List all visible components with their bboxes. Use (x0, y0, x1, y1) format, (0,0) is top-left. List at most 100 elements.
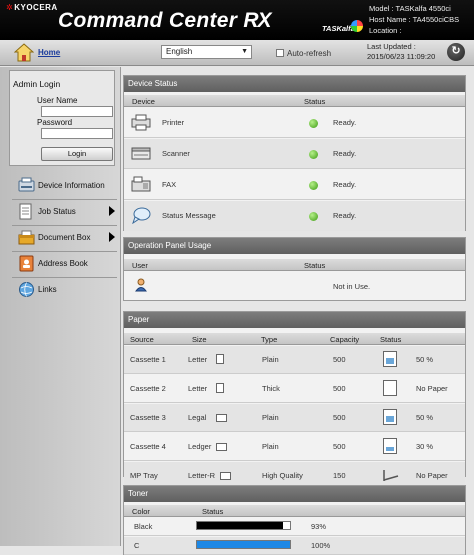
taskalfa-ball-icon (351, 20, 363, 32)
toner-level-bar (196, 540, 291, 549)
device-status: Ready. (333, 149, 357, 158)
sidebar-item-label: Address Book (38, 259, 88, 268)
kyocera-logo: ✲KYOCERA (6, 3, 58, 12)
auto-refresh-checkbox[interactable] (276, 49, 284, 57)
sidebar-item-device-information[interactable]: Device Information (11, 174, 119, 198)
paper-type: Thick (262, 384, 280, 393)
host-line: Host Name : TA4550ciCBS (369, 15, 460, 24)
device-status: Ready. (333, 118, 357, 127)
sidebar-item-document-box[interactable]: Document Box (11, 226, 119, 250)
auto-refresh-toggle[interactable]: Auto-refresh (276, 49, 331, 58)
status-ok-icon (309, 150, 318, 159)
top-banner: ✲KYOCERA Command Center RX TASKalfa Mode… (0, 0, 474, 40)
table-row: Black 93% (124, 518, 465, 536)
refresh-icon[interactable]: ↻ (447, 43, 465, 61)
user-icon (135, 278, 147, 292)
col-status: Status (304, 261, 326, 270)
col-color: Color (132, 507, 150, 516)
paper-status: No Paper (416, 384, 448, 393)
panel-title: Operation Panel Usage (124, 238, 465, 254)
login-button[interactable]: Login (41, 147, 113, 161)
app-title: Command Center RX (58, 9, 272, 32)
auto-refresh-label: Auto-refresh (287, 49, 332, 58)
paper-size: Letter (188, 384, 208, 393)
paper-type: Plain (262, 355, 279, 364)
col-user: User (132, 261, 148, 270)
sidebar-item-job-status[interactable]: Job Status (11, 200, 119, 224)
table-row[interactable]: Cassette 2 Letter Thick 500 No Paper (124, 375, 465, 403)
chevron-right-icon (109, 232, 115, 242)
col-status: Status (304, 97, 326, 106)
paper-columns: Source Size Type Capacity Status (124, 333, 465, 345)
language-select[interactable]: English ▼ (161, 45, 252, 59)
paper-source: Cassette 1 (130, 355, 166, 364)
sidebar-item-address-book[interactable]: Address Book (11, 252, 119, 276)
table-row[interactable]: Cassette 1 Letter Plain 500 50 % (124, 346, 465, 374)
last-updated-label: Last Updated : (367, 42, 416, 51)
col-source: Source (130, 335, 154, 344)
device-name: Printer (162, 118, 185, 127)
printer-icon (131, 114, 151, 131)
panel-title: Toner (124, 486, 465, 502)
home-icon[interactable] (14, 43, 34, 62)
paper-source: Cassette 3 (130, 413, 166, 422)
col-device: Device (132, 97, 155, 106)
table-row[interactable]: Cassette 3 Legal Plain 500 50 % (124, 404, 465, 432)
panel-title: Device Status (124, 76, 465, 92)
chevron-down-icon: ▼ (241, 48, 248, 55)
table-row[interactable]: Printer Ready. (124, 108, 465, 138)
operation-panel-columns: User Status (124, 259, 465, 271)
user-name-label: User Name (37, 96, 78, 105)
paper-level-fill (386, 358, 394, 364)
col-capacity: Capacity (330, 335, 360, 344)
paper-size: Ledger (188, 442, 212, 451)
table-row[interactable]: Status Message Ready. (124, 201, 465, 231)
paper-type: Plain (262, 442, 279, 451)
paper-orientation-icon (216, 354, 224, 364)
paper-source: Cassette 4 (130, 442, 166, 451)
user-name-input[interactable] (41, 106, 113, 117)
toner-percent: 93% (311, 522, 327, 531)
toner-columns: Color Status (124, 505, 465, 517)
operation-panel-usage-panel: Operation Panel Usage User Status Not in… (123, 237, 466, 301)
table-row[interactable]: FAX Ready. (124, 170, 465, 200)
model-line: Model : TASKalfa 4550ci (369, 4, 451, 13)
paper-orientation-icon (216, 414, 227, 422)
paper-level-fill (386, 416, 394, 422)
home-link[interactable]: Home (38, 48, 60, 57)
paper-capacity: 500 (333, 442, 346, 451)
toner-level-fill (197, 522, 284, 529)
paper-status: 50 % (416, 413, 434, 422)
sidebar-item-links[interactable]: Links (11, 278, 119, 302)
table-row: Not in Use. (124, 272, 465, 300)
status-ok-icon (309, 119, 318, 128)
chevron-right-icon (109, 206, 115, 216)
sidebar-item-label: Job Status (38, 207, 76, 216)
toner-color: Black (134, 522, 153, 531)
paper-capacity: 150 (333, 471, 346, 480)
mp-tray-icon (383, 467, 399, 483)
paper-source: MP Tray (130, 471, 158, 480)
table-row[interactable]: Cassette 4 Ledger Plain 500 30 % (124, 433, 465, 461)
language-value: English (166, 47, 193, 56)
status-message-icon (132, 207, 151, 224)
password-input[interactable] (41, 128, 113, 139)
links-icon (19, 282, 34, 297)
paper-orientation-icon (220, 472, 231, 480)
paper-size: Letter (188, 355, 208, 364)
last-updated-value: 2015/06/23 11:09:20 (367, 52, 436, 61)
paper-level-fill (386, 447, 394, 451)
toner-panel: Toner Color Status Black 93% C 100% (123, 485, 466, 555)
table-row: C 100% (124, 537, 465, 555)
address-book-icon (19, 255, 34, 272)
paper-type: High Quality (262, 471, 303, 480)
taskalfa-logo: TASKalfa (322, 24, 355, 33)
device-name: Status Message (162, 211, 216, 220)
status-ok-icon (309, 212, 318, 221)
col-status: Status (380, 335, 402, 344)
paper-tray-icon (383, 380, 397, 396)
paper-capacity: 500 (333, 355, 346, 364)
table-row[interactable]: Scanner Ready. (124, 139, 465, 169)
paper-status: 30 % (416, 442, 434, 451)
status-ok-icon (309, 181, 318, 190)
